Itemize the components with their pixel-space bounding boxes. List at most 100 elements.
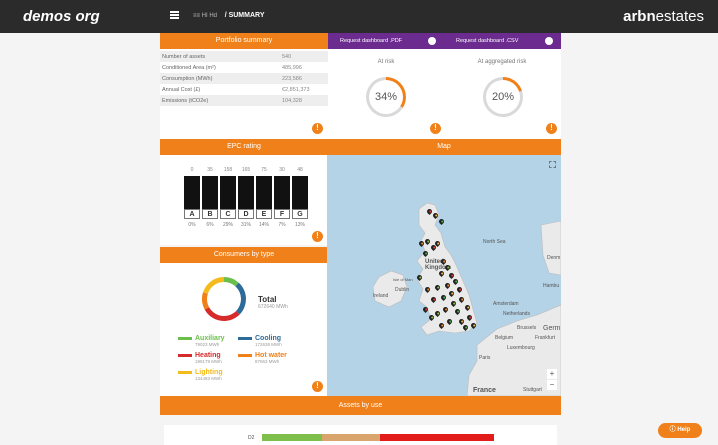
help-icon: ⓘ (669, 427, 676, 433)
fullscreen-icon[interactable] (549, 161, 556, 168)
aggregated-risk-percent: 20% (486, 80, 520, 114)
map-label-netherlands: Netherlands (503, 311, 530, 317)
total-label: Total (258, 295, 277, 304)
portfolio-row: Emissions (tCO2e) 104,328 (160, 95, 328, 106)
assets-by-use-panel: Assets by use D2 (160, 396, 561, 445)
epc-letter: A (184, 209, 200, 219)
epc-count: 158 (223, 167, 233, 173)
logo-rest: estates (655, 8, 704, 25)
map-label-north-sea: North Sea (483, 239, 506, 245)
epc-percent: 31% (240, 222, 251, 228)
map-label-isle-of-man: Isle of Man (393, 277, 413, 282)
map-label-amsterdam: Amsterdam (493, 301, 519, 307)
map-label-ireland: Ireland (373, 293, 389, 299)
logo-bold: arbn (623, 8, 656, 25)
legend-name: Hot water (255, 352, 287, 359)
epc-rating-panel: EPC rating 0 A 0% 35 B 6% 158 C 29% 165 D 31% 75 E 14%… (160, 139, 328, 245)
legend-name: Cooling (255, 335, 282, 342)
help-label: Help (677, 427, 691, 433)
map-landmass (372, 202, 561, 396)
portfolio-row-label: Annual Cost (£) (162, 86, 201, 93)
info-icon[interactable]: ! (545, 122, 558, 135)
assets-bar-green (262, 434, 322, 441)
map-label-germany: Germ (543, 325, 561, 332)
donut-slice-lighting[interactable] (203, 277, 224, 294)
download-icon (545, 37, 553, 45)
legend-item-hot-water: Hot water 87563 MWh (238, 352, 287, 364)
epc-percent: 29% (222, 222, 233, 228)
request-pdf-label: Request dashboard .PDF (340, 38, 403, 44)
legend-value: 199179 MWh (195, 359, 222, 364)
map-title: Map (327, 139, 561, 155)
assets-bar-tan (322, 434, 380, 441)
map-label-brussels: Brussels (517, 325, 537, 331)
epc-count: 35 (207, 167, 213, 173)
at-risk-percent: 34% (369, 80, 403, 114)
download-icon (428, 37, 436, 45)
epc-percent: 0% (188, 222, 196, 228)
legend-item-lighting: Lighting 134483 MWh (178, 369, 223, 381)
legend-value: 79023 MWh (195, 342, 220, 347)
map-label-hamburg: Hambu (543, 283, 560, 289)
epc-letter: D (238, 209, 254, 219)
portfolio-row: Annual Cost (£) €2,851,373 (160, 84, 328, 95)
breadcrumb: ≡≡ HI Hd / SUMMARY (193, 12, 264, 19)
epc-letter: F (274, 209, 290, 219)
map-label-luxembourg: Luxembourg (507, 345, 535, 351)
arbn-logo[interactable]: arbnestates (623, 8, 704, 25)
donut-slice-auxiliary[interactable] (224, 277, 239, 287)
breadcrumb-prefix[interactable]: ≡≡ HI Hd (193, 13, 217, 19)
portfolio-row-label: Conditioned Area (m²) (162, 64, 216, 71)
request-csv-button[interactable]: Request dashboard .CSV (444, 33, 561, 49)
consumers-donut (202, 277, 246, 321)
legend-name: Heating (195, 352, 221, 359)
epc-count: 165 (241, 167, 251, 173)
request-pdf-button[interactable]: Request dashboard .PDF (328, 33, 444, 49)
epc-count: 0 (190, 167, 194, 173)
map-label-france: France (473, 387, 496, 394)
portfolio-summary-panel: Portfolio summary Number of assets 540 Con… (160, 33, 328, 139)
total-value: 672640 MWh (258, 304, 288, 310)
map-label-frankfurt: Frankfurt (535, 335, 556, 341)
donut-slice-hot-water[interactable] (202, 292, 210, 310)
epc-letter: G (292, 209, 308, 219)
portfolio-row-value: €2,851,373 (282, 86, 310, 93)
portfolio-row: Conditioned Area (m²) 485,996 (160, 62, 328, 73)
breadcrumb-current: / SUMMARY (224, 12, 265, 19)
info-icon[interactable]: ! (429, 122, 442, 135)
info-icon[interactable]: ! (311, 122, 324, 135)
donut-slice-cooling[interactable] (235, 282, 246, 315)
portfolio-row-value: 540 (282, 53, 292, 60)
request-csv-label: Request dashboard .CSV (456, 38, 519, 44)
menu-icon[interactable] (170, 11, 179, 19)
portfolio-row-value: 223,586 (282, 75, 302, 82)
consumers-panel: Consumers by type Total 672640 MWh Auxil… (160, 247, 328, 396)
map-label-paris: Paris (479, 355, 491, 361)
map-label-belgium: Belgium (495, 335, 514, 341)
epc-letter: E (256, 209, 272, 219)
portfolio-row-value: 485,996 (282, 64, 302, 71)
legend-item-auxiliary: Auxiliary 79023 MWh (178, 335, 225, 347)
at-risk-panel: Request dashboard .PDF At risk 34% ! (328, 33, 444, 139)
legend-item-cooling: Cooling 172638 MWh (238, 335, 282, 347)
map-view[interactable]: United Kingdom North Sea Isle of Man Ire… (327, 155, 561, 396)
zoom-in-button[interactable]: + (547, 369, 557, 379)
map-label-dublin: Dublin (395, 287, 410, 293)
portfolio-row: Consumption (MWh) 223,586 (160, 73, 328, 84)
epc-percent: 7% (278, 222, 286, 228)
legend-item-heating: Heating 199179 MWh (178, 352, 222, 364)
aggregated-risk-label: At aggregated risk (477, 59, 527, 65)
at-risk-label: At risk (377, 59, 395, 65)
portfolio-summary-title: Portfolio summary (160, 33, 328, 49)
zoom-out-button[interactable]: − (547, 380, 557, 390)
assets-bar-red (380, 434, 494, 441)
info-icon[interactable]: ! (311, 230, 324, 243)
legend-swatch (178, 353, 192, 357)
legend-name: Auxiliary (195, 335, 225, 342)
brand-name[interactable]: demos org (23, 8, 100, 25)
help-button[interactable]: ⓘ Help (658, 423, 702, 438)
info-icon[interactable]: ! (311, 380, 324, 393)
epc-count: 48 (297, 167, 303, 173)
donut-slice-heating[interactable] (204, 307, 240, 321)
portfolio-row-label: Emissions (tCO2e) (162, 97, 209, 104)
